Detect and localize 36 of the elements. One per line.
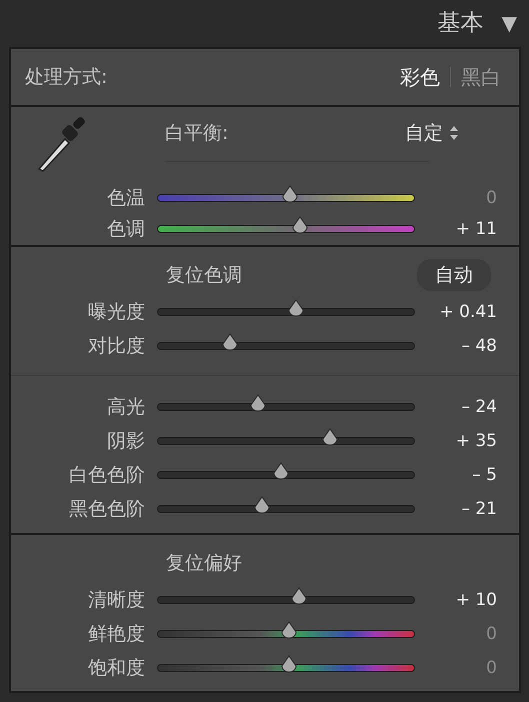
- up-down-icon: [449, 125, 459, 141]
- slider-label: 白色色阶: [69, 463, 145, 488]
- slider-value: + 10: [456, 590, 498, 610]
- treatment-option[interactable]: 彩色: [400, 64, 440, 90]
- slider-thumb[interactable]: [290, 215, 310, 236]
- slider-label: 色温: [107, 186, 145, 211]
- panel-title: 基本: [438, 9, 484, 38]
- balance-mode-dropdown[interactable]: 自定: [405, 120, 459, 146]
- slider-label: 饱和度: [88, 656, 145, 681]
- slider-value: – 5: [472, 465, 498, 485]
- slider-value: – 48: [461, 336, 498, 356]
- slider-value: + 35: [456, 431, 498, 451]
- slider-label: 阴影: [107, 429, 145, 454]
- slider-label: 对比度: [88, 334, 145, 359]
- slider-thumb[interactable]: [278, 654, 299, 674]
- treatment-label: 处理方式:: [25, 65, 108, 90]
- slider-value: + 11: [456, 219, 498, 240]
- reset-presence-button[interactable]: 复位偏好: [166, 550, 242, 576]
- slider-value: – 21: [461, 499, 498, 519]
- slider-value: – 24: [461, 397, 498, 417]
- slider-label: 鲜艳度: [88, 622, 145, 647]
- slider-value: + 0.41: [440, 302, 498, 322]
- slider-value: 0: [486, 188, 498, 208]
- slider-label: 曝光度: [88, 300, 145, 325]
- slider-thumb[interactable]: [280, 184, 300, 204]
- reset-tone-button[interactable]: 复位色调: [166, 262, 242, 288]
- balance-mode-label: 白平衡:: [165, 121, 228, 146]
- slider-label: 清晰度: [88, 588, 145, 613]
- slider-label: 色调: [107, 217, 145, 242]
- auto-button[interactable]: 自动: [417, 259, 491, 291]
- slider-label: 高光: [107, 395, 145, 420]
- slider-label: 黑色色阶: [69, 497, 145, 522]
- slider-value: 0: [486, 658, 498, 678]
- collapse-toggle[interactable]: ▼: [502, 10, 517, 34]
- slider-thumb[interactable]: [278, 620, 299, 640]
- slider-value: 0: [486, 624, 498, 644]
